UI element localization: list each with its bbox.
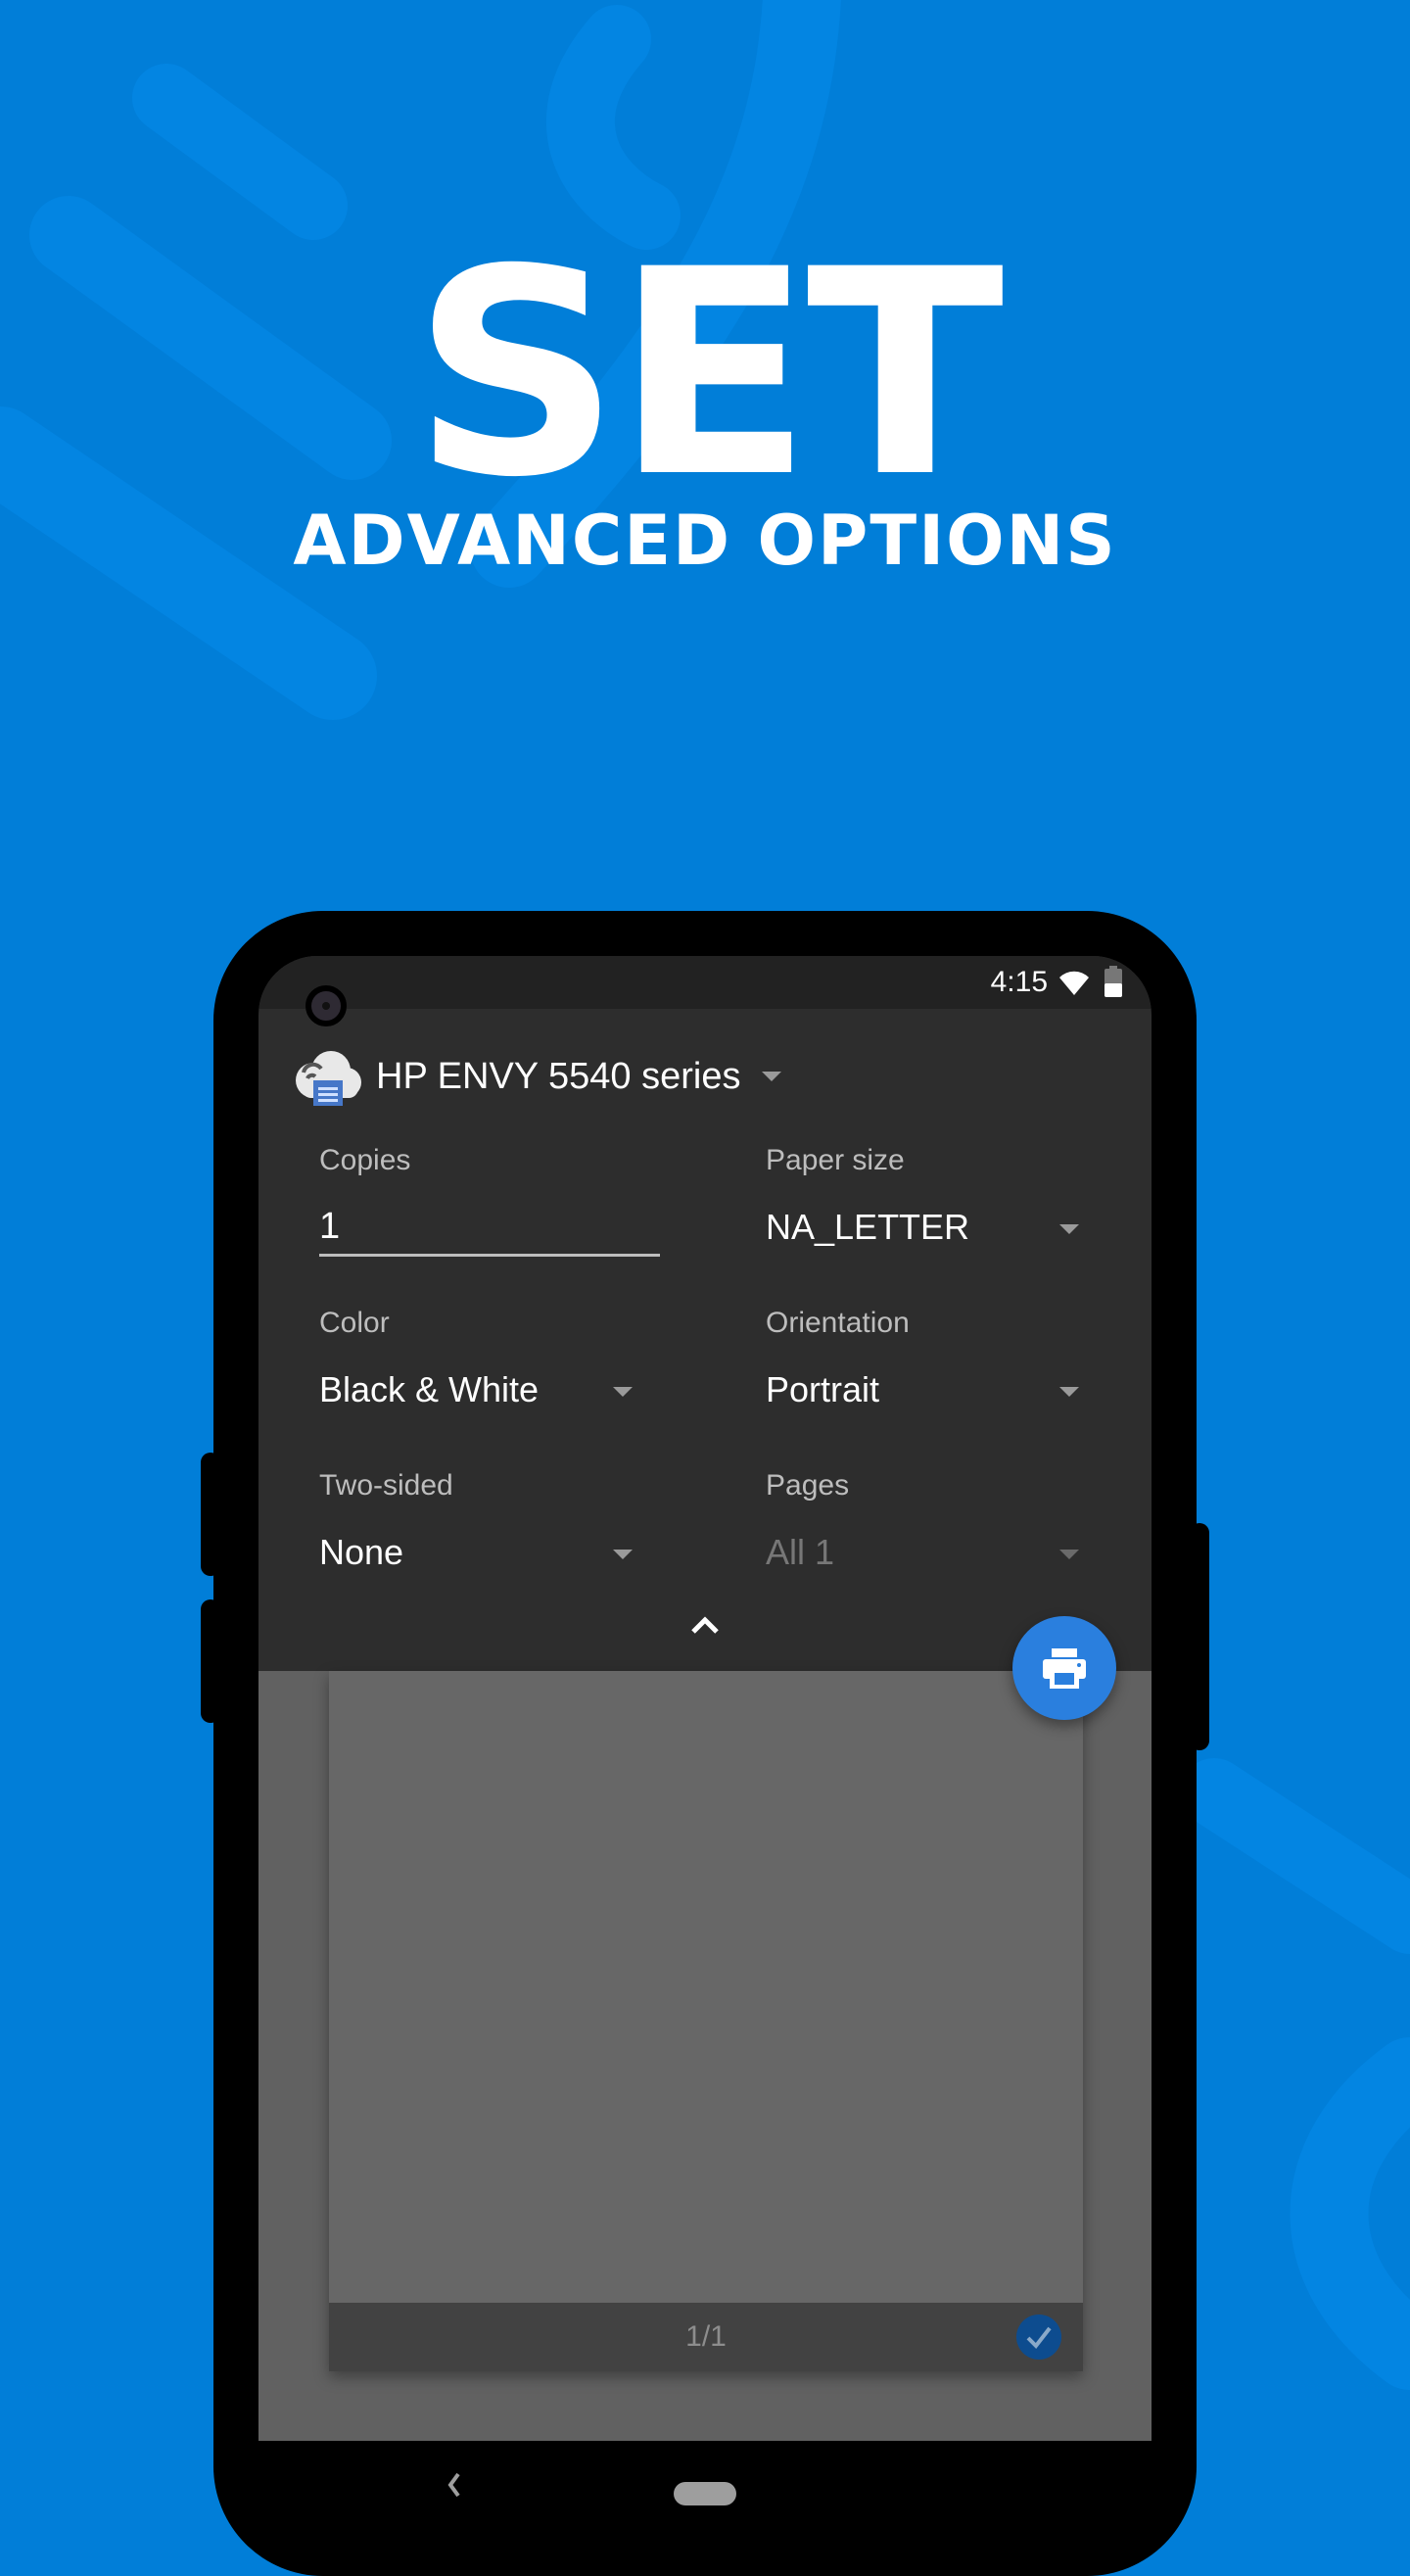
copies-field: Copies: [319, 1144, 660, 1262]
printer-dropdown-icon: [762, 1072, 782, 1081]
pages-label: Pages: [766, 1469, 850, 1502]
print-preview-area: 1/1: [258, 1671, 1152, 2441]
home-pill-icon[interactable]: [674, 2482, 736, 2505]
orientation-value: Portrait: [766, 1369, 880, 1409]
promo-subheadline: ADVANCED OPTIONS: [293, 501, 1117, 581]
collapse-options-button[interactable]: [682, 1610, 728, 1640]
printer-name: HP ENVY 5540 series: [376, 1055, 741, 1097]
orientation-select[interactable]: Orientation Portrait: [766, 1307, 1079, 1424]
check-icon: [1026, 2326, 1052, 2350]
chevron-down-icon: [613, 1550, 633, 1559]
paper-size-value: NA_LETTER: [766, 1207, 970, 1247]
status-bar: 4:15: [258, 956, 1152, 1009]
copies-input[interactable]: [319, 1199, 660, 1257]
battery-icon: [1104, 966, 1122, 997]
pages-select[interactable]: Pages All 1: [766, 1469, 1079, 1587]
preview-page[interactable]: 1/1: [329, 1671, 1083, 2371]
status-time: 4:15: [990, 966, 1048, 998]
chevron-down-icon: [1059, 1550, 1079, 1559]
color-label: Color: [319, 1307, 390, 1339]
pages-value: All 1: [766, 1532, 835, 1572]
page-indicator: 1/1: [685, 2320, 727, 2353]
chevron-down-icon: [1059, 1387, 1079, 1397]
paper-size-label: Paper size: [766, 1144, 905, 1176]
two-sided-select[interactable]: Two-sided None: [319, 1469, 633, 1587]
chevron-down-icon: [1059, 1224, 1079, 1234]
paper-size-select[interactable]: Paper size NA_LETTER: [766, 1144, 1079, 1262]
color-select[interactable]: Color Black & White: [319, 1307, 633, 1424]
promo-headline: SET: [411, 210, 1005, 540]
page-select-checkbox[interactable]: [1016, 2314, 1061, 2360]
two-sided-label: Two-sided: [319, 1469, 453, 1502]
page-bar: 1/1: [329, 2303, 1083, 2371]
print-button[interactable]: [1012, 1616, 1116, 1720]
printer-icon: [1043, 1648, 1086, 1689]
cloud-print-icon: [296, 1051, 361, 1106]
wifi-icon: [1059, 971, 1089, 995]
color-value: Black & White: [319, 1369, 540, 1409]
front-camera: [306, 985, 347, 1026]
printer-selector[interactable]: HP ENVY 5540 series: [292, 1042, 782, 1111]
android-nav-bar: [258, 2441, 1152, 2507]
chevron-up-icon: [691, 1616, 719, 1634]
two-sided-value: None: [319, 1532, 404, 1572]
chevron-down-icon: [613, 1387, 633, 1397]
back-chevron-icon[interactable]: [445, 2470, 464, 2500]
orientation-label: Orientation: [766, 1307, 910, 1339]
copies-label: Copies: [319, 1144, 411, 1176]
